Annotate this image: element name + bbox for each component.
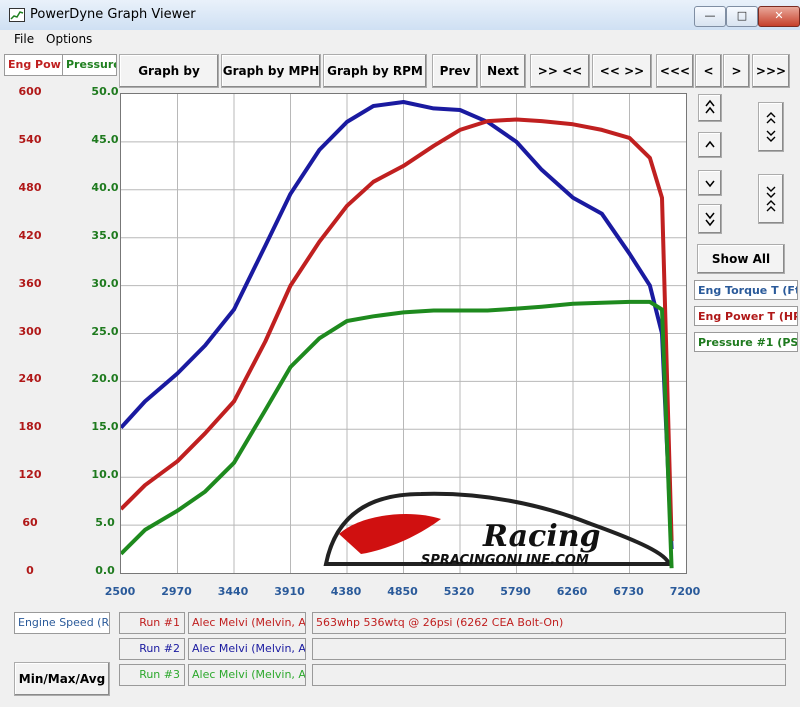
sp-racing-logo: RacingSPRACINGONLINE.COM xyxy=(323,491,672,568)
next-button[interactable]: Next xyxy=(480,54,526,88)
menu-bar: File Options xyxy=(0,30,800,48)
double-up-arrow-icon xyxy=(705,99,715,114)
power-tick-label: 600 xyxy=(18,85,42,98)
run-3-note[interactable] xyxy=(312,664,786,686)
run-1-name[interactable]: Alec Melvi (Melvin, A xyxy=(188,612,306,634)
title-bar: PowerDyne Graph Viewer — □ ✕ xyxy=(0,0,800,31)
run-2-note[interactable] xyxy=(312,638,786,660)
graph-by-mph-button[interactable]: Graph by MPH xyxy=(221,54,321,88)
show-all-button[interactable]: Show All xyxy=(697,244,785,274)
double-chevron-icon xyxy=(766,186,776,212)
app-icon xyxy=(9,8,25,22)
run-1-note[interactable]: 563whp 536wtq @ 26psi (6262 CEA Bolt-On) xyxy=(312,612,786,634)
legend-pressure[interactable]: Pressure #1 (PSI xyxy=(694,332,798,352)
rpm-tick-label: 7200 xyxy=(669,585,701,598)
scroll-up-button[interactable] xyxy=(698,132,722,158)
run-3-label: Run #3 xyxy=(119,664,185,686)
tab-eng-power[interactable]: Eng Pow xyxy=(4,54,63,76)
power-tick-label: 360 xyxy=(18,276,42,290)
power-tick-label: 300 xyxy=(18,324,42,338)
zoom-out-button[interactable]: << >> xyxy=(592,54,652,88)
power-tick-label: 420 xyxy=(18,228,42,242)
rpm-tick-label: 5790 xyxy=(500,585,531,598)
double-chevron-icon xyxy=(766,112,776,142)
rpm-tick-label: 5320 xyxy=(443,585,475,598)
run-3-name[interactable]: Alec Melvi (Melvin, A xyxy=(188,664,306,686)
run-1-label: Run #1 xyxy=(119,612,185,634)
scroll-down-button[interactable] xyxy=(698,170,722,196)
maximize-button[interactable]: □ xyxy=(726,6,758,27)
graph-by-time-button[interactable]: Graph by Time xyxy=(119,54,219,110)
min-max-avg-button[interactable]: Min/Max/Avg xyxy=(14,662,110,696)
down-arrow-icon xyxy=(705,180,715,188)
power-tick-label: 120 xyxy=(18,468,42,482)
double-down-arrow-icon xyxy=(705,212,715,227)
rpm-tick-label: 2970 xyxy=(161,585,192,598)
window-title: PowerDyne Graph Viewer xyxy=(30,7,196,22)
power-tick-label: 180 xyxy=(18,420,42,434)
zoom-in-button[interactable]: >> << xyxy=(530,54,590,88)
tab-pressure[interactable]: Pressure xyxy=(62,54,117,76)
series-line-2 xyxy=(119,117,674,542)
run-2-name[interactable]: Alec Melvi (Melvin, A xyxy=(188,638,306,660)
x-channel-field[interactable]: Engine Speed (RPM) xyxy=(14,612,110,634)
chart-svg: RacingSPRACINGONLINE.COM xyxy=(119,94,686,573)
minimize-button[interactable]: — xyxy=(694,6,726,27)
power-tick-label: 0 xyxy=(26,564,34,577)
rpm-tick-label: 6730 xyxy=(613,585,644,598)
run-2-label: Run #2 xyxy=(119,638,185,660)
scroll-down-fast-button[interactable] xyxy=(698,204,722,234)
close-button[interactable]: ✕ xyxy=(758,6,800,27)
rpm-tick-label: 2500 xyxy=(104,585,136,598)
power-tick-label: 540 xyxy=(18,132,42,146)
menu-file[interactable]: File xyxy=(14,32,34,46)
app-window: PowerDyne Graph Viewer — □ ✕ File Option… xyxy=(0,0,800,707)
rpm-tick-label: 4380 xyxy=(330,585,362,598)
power-tick-label: 480 xyxy=(18,180,42,194)
prev-button[interactable]: Prev xyxy=(432,54,478,88)
legend-torque[interactable]: Eng Torque T (Ft xyxy=(694,280,798,300)
scroll-left-button[interactable]: < xyxy=(695,54,722,88)
rpm-tick-label: 6260 xyxy=(556,585,588,598)
scroll-up-fast-button[interactable] xyxy=(698,94,722,122)
logo-url-text: SPRACINGONLINE.COM xyxy=(421,553,589,568)
power-tick-label: 60 xyxy=(22,516,38,530)
graph-by-rpm-button[interactable]: Graph by RPM xyxy=(323,54,427,88)
zoom-y-out-button[interactable] xyxy=(758,102,784,152)
rpm-tick-label: 3440 xyxy=(217,585,249,598)
rpm-tick-label: 4850 xyxy=(387,585,418,598)
rpm-tick-label: 3910 xyxy=(274,585,305,598)
menu-options[interactable]: Options xyxy=(46,32,92,46)
up-arrow-icon xyxy=(705,140,715,148)
legend-power[interactable]: Eng Power T (HP xyxy=(694,306,798,326)
scroll-right-button[interactable]: > xyxy=(723,54,750,88)
graph-plot[interactable]: Racing SPRACINGONLINE.COM xyxy=(119,93,687,574)
zoom-y-in-button[interactable] xyxy=(758,174,784,224)
power-tick-label: 240 xyxy=(18,372,42,386)
scroll-first-button[interactable]: <<< xyxy=(656,54,694,88)
logo-brand-text: Racing xyxy=(482,519,601,554)
scroll-last-button[interactable]: >>> xyxy=(752,54,790,88)
